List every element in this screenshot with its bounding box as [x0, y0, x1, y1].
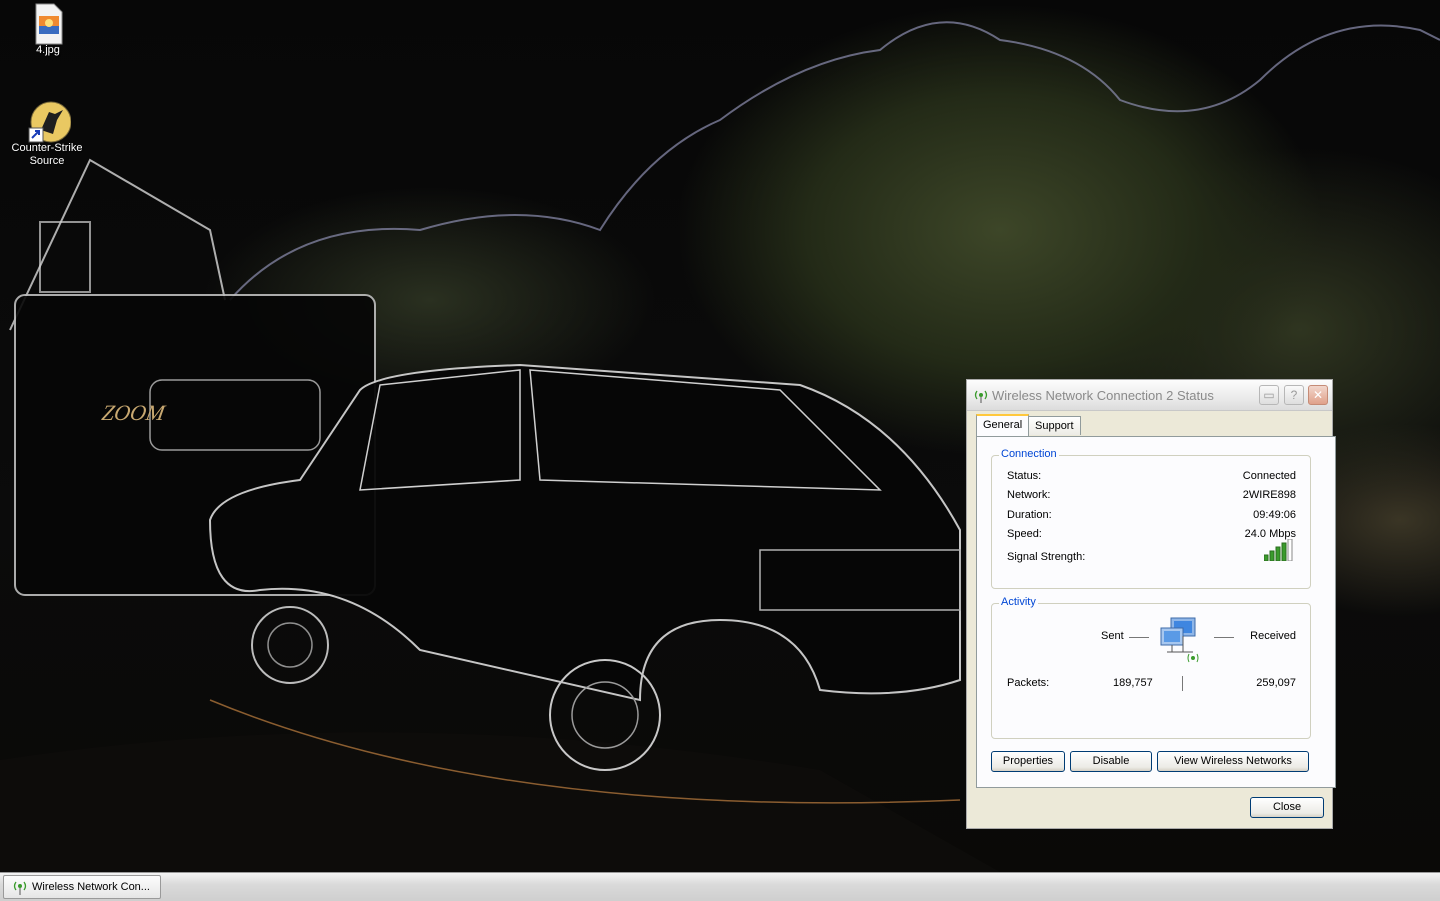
packets-sent-value: 189,757	[1113, 677, 1153, 689]
status-value: Connected	[1242, 470, 1296, 482]
close-button[interactable]: Close	[1250, 797, 1324, 818]
duration-row: Duration: 09:49:06	[1007, 509, 1296, 521]
properties-button[interactable]: Properties	[991, 751, 1065, 772]
tab-support[interactable]: Support	[1028, 416, 1081, 435]
svg-text:ZOOM: ZOOM	[100, 400, 168, 425]
image-file-icon	[28, 2, 68, 45]
received-label: Received	[1250, 630, 1296, 642]
wireless-status-dialog: Wireless Network Connection 2 Status ▭ ?…	[966, 379, 1336, 829]
desktop-icon-counter-strike[interactable]: Counter-Strike Source	[7, 100, 87, 168]
packets-divider	[1182, 676, 1183, 691]
signal-bar	[1263, 554, 1269, 562]
network-label: Network:	[1007, 489, 1051, 501]
view-wireless-networks-button[interactable]: View Wireless Networks	[1157, 751, 1309, 772]
packets-label: Packets:	[1007, 677, 1050, 689]
wireless-network-icon	[12, 879, 28, 898]
sent-line	[1129, 637, 1149, 638]
dialog-title: Wireless Network Connection 2 Status	[992, 388, 1214, 403]
general-tab-panel: Connection Status: Connected Network: 2W…	[976, 436, 1336, 788]
signal-bar	[1269, 550, 1275, 562]
activity-group-label: Activity	[999, 596, 1038, 608]
duration-label: Duration:	[1007, 509, 1052, 521]
help-icon: ?	[1290, 388, 1298, 402]
signal-row: Signal Strength:	[1007, 538, 1296, 563]
minimize-icon: ▭	[1263, 388, 1275, 402]
dialog-titlebar[interactable]: Wireless Network Connection 2 Status ▭ ?…	[967, 380, 1332, 411]
title-close-button[interactable]: ✕	[1308, 385, 1328, 405]
network-row: Network: 2WIRE898	[1007, 489, 1296, 501]
packets-received-value: 259,097	[1256, 677, 1296, 689]
taskbar: Wireless Network Con...	[0, 872, 1440, 901]
connection-group-label: Connection	[999, 448, 1059, 460]
desktop-icon-label: Counter-Strike Source	[11, 142, 83, 167]
tab-general[interactable]: General	[976, 414, 1030, 436]
signal-bar	[1281, 542, 1287, 562]
connection-group: Connection Status: Connected Network: 2W…	[991, 448, 1311, 589]
received-line	[1214, 637, 1234, 638]
status-row: Status: Connected	[1007, 470, 1296, 482]
signal-strength-label: Signal Strength:	[1007, 551, 1086, 563]
signal-bar	[1275, 546, 1281, 562]
taskbar-item-label: Wireless Network Con...	[32, 881, 150, 893]
sent-label: Sent	[1101, 630, 1124, 642]
close-icon: ✕	[1312, 388, 1324, 402]
status-label: Status:	[1007, 470, 1042, 482]
duration-value: 09:49:06	[1253, 509, 1296, 521]
network-value: 2WIRE898	[1242, 489, 1296, 501]
signal-bar	[1287, 538, 1293, 562]
activity-group: Activity Sent Received Packets: 189,757	[991, 596, 1311, 739]
desktop-icon-label: 4.jpg	[36, 44, 60, 56]
speed-row: Speed: 24.0 Mbps	[1007, 528, 1296, 540]
speed-label: Speed:	[1007, 528, 1042, 540]
desktop-icon-image-file[interactable]: 4.jpg	[8, 2, 88, 57]
help-button[interactable]: ?	[1284, 385, 1304, 405]
network-computers-icon	[1159, 616, 1207, 669]
signal-strength-icon	[1263, 538, 1296, 564]
disable-button[interactable]: Disable	[1070, 751, 1152, 772]
counter-strike-icon	[27, 100, 72, 143]
minimize-button[interactable]: ▭	[1259, 385, 1279, 405]
wireless-network-icon	[973, 387, 989, 403]
taskbar-item-wireless-status[interactable]: Wireless Network Con...	[3, 875, 161, 899]
